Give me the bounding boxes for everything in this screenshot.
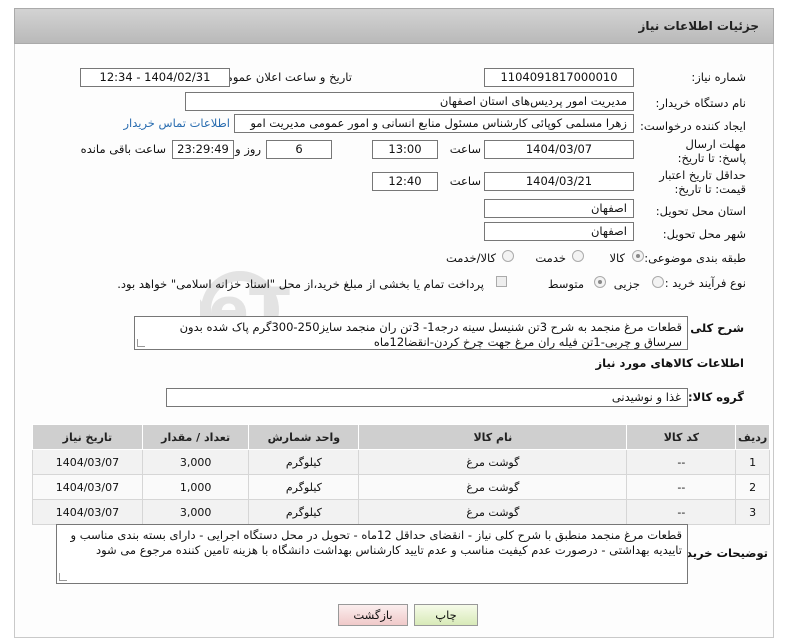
cell-qty: 3,000 (141, 449, 250, 475)
category-option-both: کالا/خدمت (445, 251, 496, 265)
process-label: نوع فرآیند خرید : (664, 276, 746, 290)
deadline-time-field: 13:00 (372, 140, 438, 159)
cell-date: 1404/03/07 (32, 474, 143, 500)
min-valid-time-label: ساعت (449, 174, 481, 188)
province-label: استان محل تحویل: (655, 204, 746, 218)
back-button[interactable]: بازگشت (338, 604, 408, 626)
print-button[interactable]: چاپ (414, 604, 478, 626)
cell-qty: 1,000 (141, 474, 250, 500)
cell-code: -- (626, 474, 737, 500)
goods-info-title: اطلاعات کالاهای مورد نیاز (595, 356, 744, 370)
cell-name: گوشت مرغ (358, 449, 628, 475)
resize-handle-icon[interactable] (59, 573, 67, 581)
deadline-label: مهلت ارسال پاسخ: تا تاریخ: (677, 137, 746, 165)
cell-name: گوشت مرغ (358, 474, 628, 500)
process-radio-medium[interactable] (594, 276, 606, 288)
col-header-unit: واحد شمارش (248, 424, 360, 450)
days-label: روز و (235, 142, 261, 156)
remaining-time-field: 23:29:49 (172, 140, 234, 159)
cell-unit: کیلوگرم (248, 474, 360, 500)
resize-handle-icon[interactable] (137, 339, 145, 347)
category-radio-both[interactable] (502, 250, 514, 262)
city-field: اصفهان (484, 222, 634, 241)
announce-label: تاریخ و ساعت اعلان عمومی: (213, 70, 352, 84)
col-header-qty: تعداد / مقدار (141, 424, 250, 450)
general-desc-field: قطعات مرغ منجمد به شرح 3تن شنیسل سینه در… (134, 316, 688, 350)
remaining-label: ساعت باقی مانده (80, 142, 166, 156)
category-label: طبقه بندی موضوعی: (644, 251, 746, 265)
col-header-date: تاریخ نیاز (32, 424, 143, 450)
cell-code: -- (626, 499, 737, 525)
treasury-payment-note: پرداخت تمام یا بخشی از مبلغ خرید،از محل … (117, 277, 484, 291)
col-header-name: نام کالا (358, 424, 628, 450)
cell-date: 1404/03/07 (32, 449, 143, 475)
cell-row: 3 (735, 499, 770, 525)
cell-row: 1 (735, 449, 770, 475)
table-row: 1 -- گوشت مرغ کیلوگرم 3,000 1404/03/07 (32, 449, 770, 475)
buyer-org-label: نام دستگاه خریدار: (655, 96, 746, 110)
deadline-time-label: ساعت (449, 142, 481, 156)
buyer-notes-text: قطعات مرغ منجمد منطبق با شرح کلی نیاز - … (70, 528, 682, 557)
goods-group-field: غذا و نوشیدنی (166, 388, 688, 407)
category-option-goods: کالا (609, 251, 625, 265)
category-option-service: خدمت (535, 251, 566, 265)
goods-table: ردیف کد کالا نام کالا واحد شمارش تعداد /… (32, 424, 770, 525)
process-radio-minor[interactable] (652, 276, 664, 288)
page-title: جزئیات اطلاعات نیاز (638, 19, 759, 33)
days-field: 6 (266, 140, 332, 159)
creator-label: ایجاد کننده درخواست: (640, 119, 746, 133)
table-row: 3 -- گوشت مرغ کیلوگرم 3,000 1404/03/07 (32, 499, 770, 525)
treasury-payment-checkbox[interactable] (496, 276, 507, 287)
cell-date: 1404/03/07 (32, 499, 143, 525)
province-field: اصفهان (484, 199, 634, 218)
min-valid-time-field: 12:40 (372, 172, 438, 191)
city-label: شهر محل تحویل: (662, 227, 746, 241)
cell-unit: کیلوگرم (248, 499, 360, 525)
creator-field: زهرا مسلمی کوپائی کارشناس مسئول منابع ان… (234, 114, 634, 133)
process-option-medium: متوسط (547, 277, 584, 291)
cell-code: -- (626, 449, 737, 475)
need-number-field: 1104091817000010 (484, 68, 634, 87)
category-radio-goods[interactable] (632, 250, 644, 262)
col-header-code: کد کالا (626, 424, 737, 450)
need-number-label: شماره نیاز: (691, 70, 746, 84)
general-desc-text: قطعات مرغ منجمد به شرح 3تن شنیسل سینه در… (179, 320, 682, 349)
min-valid-label: حداقل تاریخ اعتبار قیمت: تا تاریخ: (659, 168, 746, 196)
buyer-org-field: مدیریت امور پردیس‌های استان اصفهان (185, 92, 634, 111)
table-row: 2 -- گوشت مرغ کیلوگرم 1,000 1404/03/07 (32, 474, 770, 500)
goods-group-label: گروه کالا: (688, 390, 744, 404)
buyer-contact-link[interactable]: اطلاعات تماس خریدار (123, 116, 230, 130)
deadline-date-field: 1404/03/07 (484, 140, 634, 159)
cell-unit: کیلوگرم (248, 449, 360, 475)
page-header: جزئیات اطلاعات نیاز (14, 8, 774, 44)
cell-name: گوشت مرغ (358, 499, 628, 525)
buyer-notes-field: قطعات مرغ منجمد منطبق با شرح کلی نیاز - … (56, 524, 688, 584)
table-header-row: ردیف کد کالا نام کالا واحد شمارش تعداد /… (32, 424, 770, 450)
cell-row: 2 (735, 474, 770, 500)
cell-qty: 3,000 (141, 499, 250, 525)
announce-field: 1404/02/31 - 12:34 (80, 68, 230, 87)
category-radio-service[interactable] (572, 250, 584, 262)
min-valid-date-field: 1404/03/21 (484, 172, 634, 191)
process-option-minor: جزیی (613, 277, 640, 291)
col-header-row: ردیف (735, 424, 770, 450)
